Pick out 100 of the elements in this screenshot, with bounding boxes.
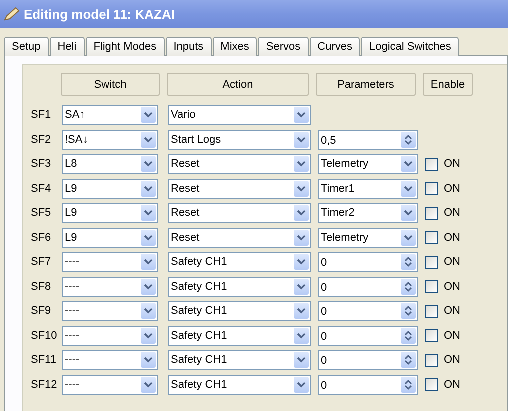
switch-dropdown[interactable]: L9	[62, 228, 158, 248]
caret-icon	[144, 382, 153, 388]
enable-checkbox[interactable]	[425, 329, 438, 342]
caret-icon	[144, 161, 153, 168]
action-dropdown[interactable]: Safety CH1	[168, 301, 311, 322]
row-label: SF12	[31, 378, 58, 391]
caret-icon	[144, 186, 153, 192]
enable-checkbox[interactable]	[425, 182, 438, 196]
caret-icon	[297, 308, 306, 314]
switch-dropdown[interactable]: ----	[62, 301, 158, 322]
row-label: SF8	[31, 280, 52, 293]
switch-dropdown[interactable]: ----	[62, 326, 158, 346]
switch-dropdown[interactable]: ----	[62, 276, 158, 297]
caret-icon	[144, 234, 153, 241]
switch-dropdown[interactable]: ----	[62, 374, 158, 395]
parameter-dropdown[interactable]: Timer1	[318, 178, 418, 199]
switch-dropdown[interactable]: ----	[62, 252, 158, 272]
tab[interactable]: Inputs	[166, 37, 212, 56]
window-title: Editing model 11: KAZAI	[24, 6, 175, 22]
caret-icon	[297, 234, 306, 241]
parameter-spinbox[interactable]: 0,5	[318, 130, 418, 150]
row-label: SF6	[31, 232, 52, 244]
caret-icon	[297, 332, 306, 339]
parameter-spinbox[interactable]: 0	[318, 276, 418, 297]
checkbox-label: ON	[444, 256, 460, 268]
checkbox-label: ON	[444, 305, 460, 318]
action-dropdown[interactable]: Safety CH1	[168, 276, 311, 297]
switch-dropdown[interactable]: L9	[62, 178, 158, 199]
tab[interactable]: Servos	[258, 37, 309, 56]
switch-dropdown[interactable]: L8	[62, 154, 158, 174]
action-dropdown[interactable]: Safety CH1	[168, 350, 311, 370]
parameter-spinbox[interactable]: 0	[318, 374, 418, 395]
parameter-dropdown[interactable]: Timer2	[318, 203, 418, 224]
row-label: SF4	[31, 182, 52, 195]
action-dropdown[interactable]: Safety CH1	[168, 374, 311, 395]
switch-dropdown[interactable]: SA↑	[62, 105, 158, 126]
checkbox-label: ON	[444, 182, 460, 195]
caret-icon	[144, 210, 153, 216]
checkbox-label: ON	[444, 207, 460, 220]
caret-icon	[297, 357, 306, 364]
action-dropdown[interactable]: Reset	[168, 154, 311, 174]
caret-icon	[297, 210, 306, 216]
action-dropdown[interactable]: Start Logs	[168, 130, 311, 150]
switch-dropdown[interactable]: L9	[62, 203, 158, 224]
enable-checkbox[interactable]	[425, 231, 438, 244]
column-header[interactable]: Action	[167, 73, 309, 96]
parameter-spinbox[interactable]: 0	[318, 252, 418, 272]
spin-arrows-icon	[404, 354, 413, 366]
parameter-spinbox[interactable]: 0	[318, 350, 418, 370]
enable-checkbox[interactable]	[425, 256, 438, 269]
caret-icon	[404, 161, 413, 168]
caret-icon	[144, 308, 153, 314]
tab[interactable]: Mixes	[212, 37, 258, 56]
parameter-spinbox[interactable]: 0	[318, 301, 418, 322]
enable-checkbox[interactable]	[425, 304, 438, 318]
tab[interactable]: Curves	[310, 37, 360, 56]
action-dropdown[interactable]: Reset	[168, 228, 311, 248]
caret-icon	[144, 136, 153, 143]
row-label: SF5	[31, 207, 52, 220]
caret-icon	[297, 259, 306, 266]
caret-icon	[297, 186, 306, 192]
row-label: SF3	[31, 158, 52, 170]
parameter-dropdown[interactable]: Telemetry	[318, 154, 418, 174]
caret-icon	[144, 284, 153, 290]
enable-checkbox[interactable]	[425, 206, 438, 220]
enable-checkbox[interactable]	[425, 378, 438, 392]
parameter-dropdown[interactable]: Telemetry	[318, 228, 418, 248]
row-label: SF7	[31, 256, 52, 268]
enable-checkbox[interactable]	[425, 280, 438, 294]
spin-arrows-icon	[404, 378, 413, 391]
action-dropdown[interactable]: Safety CH1	[168, 326, 311, 346]
switch-dropdown[interactable]: ----	[62, 350, 158, 370]
caret-icon	[297, 161, 306, 168]
column-header[interactable]: Enable	[423, 73, 473, 96]
caret-icon	[297, 382, 306, 388]
row-label: SF2	[31, 134, 52, 146]
checkbox-label: ON	[444, 158, 460, 170]
row-label: SF9	[31, 305, 52, 318]
row-label: SF11	[31, 354, 58, 366]
spin-arrows-icon	[404, 134, 413, 146]
action-dropdown[interactable]: Vario	[168, 105, 311, 126]
spin-arrows-icon	[404, 280, 413, 293]
row-label: SF10	[31, 330, 58, 342]
parameter-spinbox[interactable]: 0	[318, 326, 418, 346]
action-dropdown[interactable]: Reset	[168, 178, 311, 199]
tab[interactable]: Flight Modes	[86, 37, 165, 56]
action-dropdown[interactable]: Reset	[168, 203, 311, 224]
enable-checkbox[interactable]	[425, 354, 438, 367]
caret-icon	[404, 210, 413, 216]
column-header[interactable]: Parameters	[316, 73, 416, 96]
switch-dropdown[interactable]: !SA↓	[62, 130, 158, 150]
enable-checkbox[interactable]	[425, 158, 438, 171]
tab[interactable]: Setup	[4, 37, 49, 56]
caret-icon	[144, 112, 153, 118]
column-header[interactable]: Switch	[61, 73, 160, 96]
pencil-icon	[4, 7, 20, 21]
caret-icon	[144, 332, 153, 339]
tab[interactable]: Logical Switches	[361, 37, 460, 56]
action-dropdown[interactable]: Safety CH1	[168, 252, 311, 272]
tab[interactable]: Heli	[50, 37, 85, 56]
